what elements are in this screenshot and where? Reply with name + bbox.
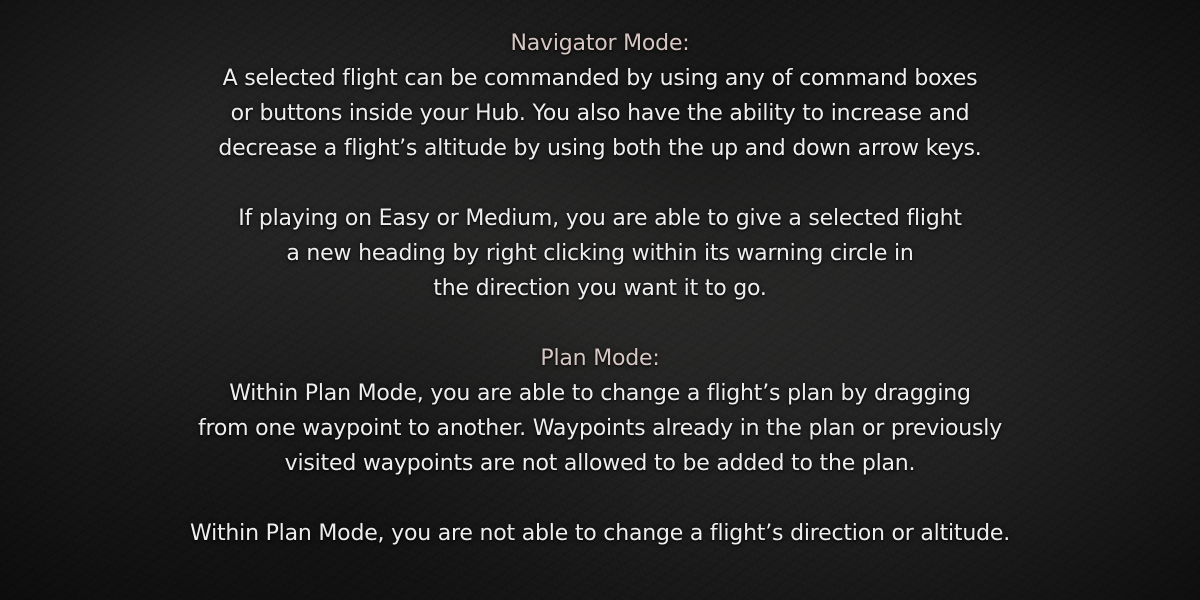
navigator-text-line: A selected flight can be commanded by us… xyxy=(222,66,978,91)
navigator-text-line: If playing on Easy or Medium, you are ab… xyxy=(238,206,962,231)
navigator-text-line: or buttons inside your Hub. You also hav… xyxy=(230,101,970,126)
plan-mode-heading: Plan Mode: xyxy=(540,346,660,371)
plan-text-line: Within Plan Mode, you are able to change… xyxy=(229,381,971,406)
navigator-text-line: the direction you want it to go. xyxy=(433,276,767,301)
plan-text-line: from one waypoint to another. Waypoints … xyxy=(197,416,1003,441)
plan-text-line: visited waypoints are not allowed to be … xyxy=(284,451,916,476)
navigator-mode-heading: Navigator Mode: xyxy=(510,31,690,56)
navigator-text-line: decrease a flight’s altitude by using bo… xyxy=(218,136,982,161)
plan-text-line: Within Plan Mode, you are not able to ch… xyxy=(190,521,1010,546)
navigator-text-line: a new heading by right clicking within i… xyxy=(286,241,914,266)
instructions-panel: Navigator Mode: A selected flight can be… xyxy=(0,26,1200,551)
